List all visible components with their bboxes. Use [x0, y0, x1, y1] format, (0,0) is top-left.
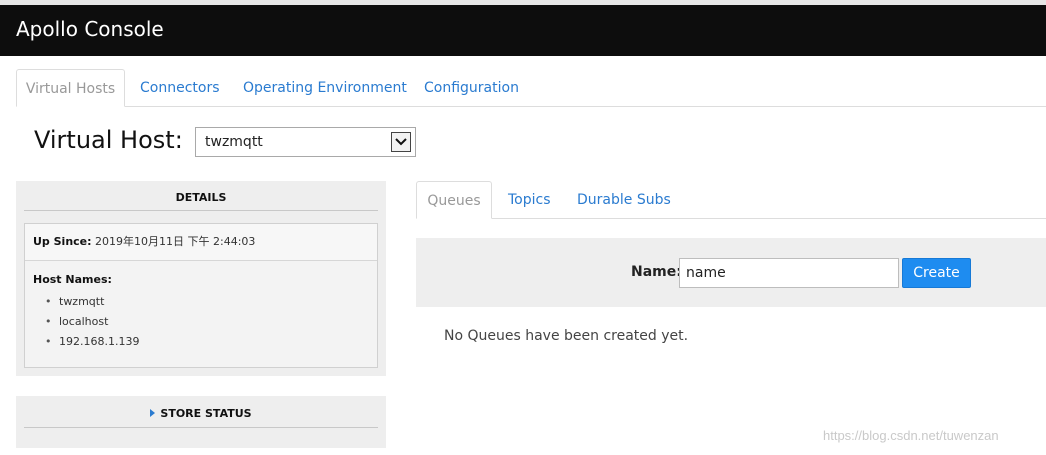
store-status-panel: STORE STATUS — [16, 396, 386, 448]
host-names-label: Host Names: — [33, 273, 112, 286]
virtual-host-label: Virtual Host: — [34, 126, 183, 154]
watermark: https://blog.csdn.net/tuwenzan — [823, 428, 999, 443]
virtual-host-selected: twzmqtt — [205, 134, 263, 150]
store-status-title: STORE STATUS — [160, 407, 252, 420]
host-name-item: 192.168.1.139 — [45, 332, 139, 352]
details-box: Up Since: 2019年10月11日 下午 2:44:03 Host Na… — [24, 223, 378, 368]
details-panel: DETAILS Up Since: 2019年10月11日 下午 2:44:03… — [16, 181, 386, 376]
virtual-host-select[interactable]: twzmqtt — [195, 127, 416, 157]
up-since-row: Up Since: 2019年10月11日 下午 2:44:03 — [25, 224, 377, 261]
empty-queues-message: No Queues have been created yet. — [444, 328, 689, 344]
tab-connectors[interactable]: Connectors — [128, 69, 232, 107]
up-since-label: Up Since: — [33, 235, 92, 248]
create-button[interactable]: Create — [902, 258, 971, 288]
store-status-toggle[interactable]: STORE STATUS — [24, 396, 378, 428]
host-names-list: twzmqtt localhost 192.168.1.139 — [45, 292, 139, 352]
tab-queues[interactable]: Queues — [416, 181, 492, 219]
navbar: Apollo Console — [0, 5, 1046, 56]
tab-durable-subs[interactable]: Durable Subs — [565, 181, 683, 219]
create-queue-bar: Name: Create — [416, 238, 1046, 307]
sub-tabs: Queues Topics Durable Subs — [416, 181, 1046, 219]
details-title: DETAILS — [24, 181, 378, 211]
tab-virtual-hosts[interactable]: Virtual Hosts — [16, 69, 125, 107]
host-name-item: twzmqtt — [45, 292, 139, 312]
expand-triangle-icon — [150, 409, 156, 417]
app-title[interactable]: Apollo Console — [16, 17, 164, 41]
main-tabs: Virtual Hosts Connectors Operating Envir… — [16, 69, 1046, 107]
tab-topics[interactable]: Topics — [496, 181, 563, 219]
host-name-item: localhost — [45, 312, 139, 332]
chevron-down-icon[interactable] — [391, 132, 411, 152]
queue-name-input[interactable] — [679, 258, 899, 288]
tab-operating-environment[interactable]: Operating Environment — [231, 69, 419, 107]
tab-configuration[interactable]: Configuration — [412, 69, 531, 107]
name-label: Name: — [631, 264, 682, 280]
up-since-value: 2019年10月11日 下午 2:44:03 — [95, 235, 256, 248]
